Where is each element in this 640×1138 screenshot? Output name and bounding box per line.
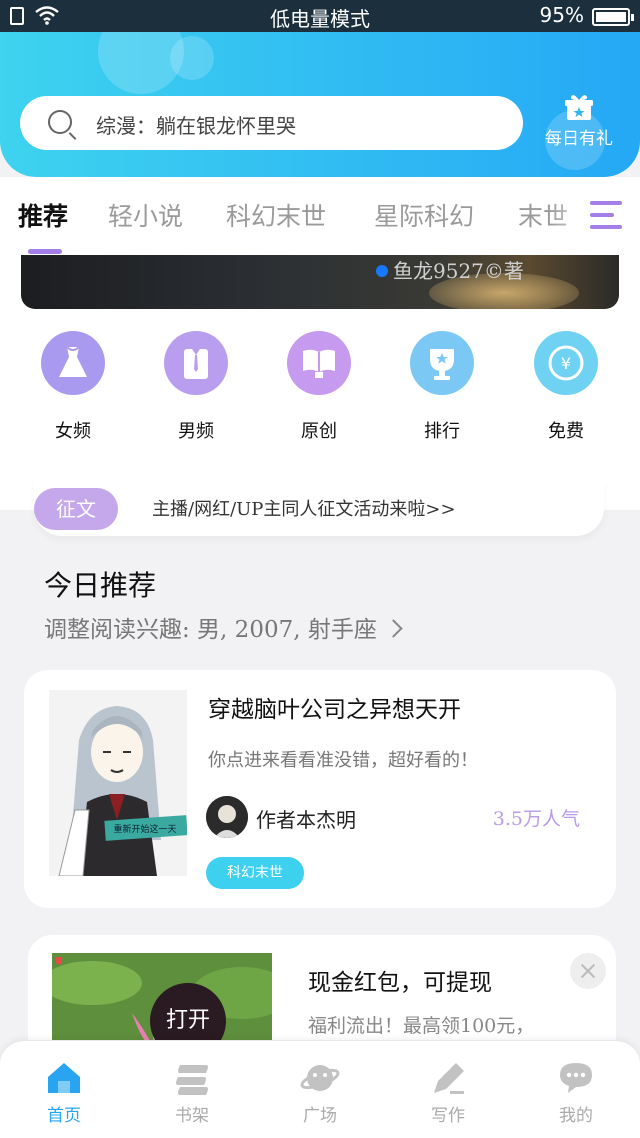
search-icon bbox=[48, 110, 72, 134]
reading-interest-text: 调整阅读兴趣: 男, 2007, 射手座 bbox=[44, 617, 377, 643]
home-panel: 鱼龙9527©著 女频 男频 原创 排行 ¥ 免费 bbox=[0, 255, 640, 510]
close-icon[interactable] bbox=[570, 953, 606, 989]
book-card[interactable]: 重新开始这一天 穿越脑叶公司之异想天开 你点进来看看准没错，超好看的！ 作者本杰… bbox=[24, 670, 616, 908]
category-label: 女频 bbox=[55, 421, 91, 442]
gift-label: 每日有礼 bbox=[545, 129, 613, 149]
nav-profile[interactable]: 我的 bbox=[526, 1059, 626, 1126]
category-ranking[interactable]: 排行 bbox=[397, 331, 487, 443]
genre-tag[interactable]: 科幻末世 bbox=[206, 857, 304, 889]
coin-icon: ¥ bbox=[534, 331, 598, 395]
chat-icon bbox=[560, 1063, 592, 1093]
header: 综漫：躺在银龙怀里哭 每日有礼 bbox=[0, 32, 640, 177]
category-grid: 女频 男频 原创 排行 ¥ 免费 bbox=[0, 331, 640, 451]
tab-scifi-apocalypse[interactable]: 科幻末世 bbox=[226, 197, 326, 233]
dress-icon bbox=[41, 331, 105, 395]
daily-gift-button[interactable]: 每日有礼 bbox=[540, 94, 618, 149]
book-title: 穿越脑叶公司之异想天开 bbox=[208, 697, 461, 723]
active-tab-indicator bbox=[28, 249, 62, 254]
nav-write[interactable]: 写作 bbox=[398, 1059, 498, 1126]
nav-label: 我的 bbox=[559, 1106, 593, 1126]
nav-label: 书架 bbox=[175, 1106, 209, 1126]
nav-home[interactable]: 首页 bbox=[14, 1059, 114, 1126]
bottom-nav: 首页 书架 广场 写作 我的 bbox=[0, 1040, 640, 1138]
banner-carousel[interactable]: 鱼龙9527©著 bbox=[21, 255, 619, 309]
category-label: 排行 bbox=[424, 421, 460, 442]
category-label: 原创 bbox=[301, 421, 337, 442]
contest-notice[interactable]: 征文 主播/网红/UP主同人征文活动来啦>> bbox=[34, 480, 604, 536]
book-cover: 重新开始这一天 bbox=[49, 690, 187, 876]
planet-icon bbox=[300, 1065, 340, 1091]
book-description: 你点进来看看准没错，超好看的！ bbox=[208, 750, 478, 771]
carousel-indicator bbox=[376, 265, 388, 277]
author-avatar bbox=[206, 796, 248, 838]
popularity-count: 3.5万人气 bbox=[492, 808, 580, 830]
ad-card[interactable]: 打开 现金红包，可提现 福利流出！最高领100元， bbox=[28, 935, 616, 1055]
chevron-right-icon bbox=[384, 619, 403, 638]
search-bar[interactable]: 综漫：躺在银龙怀里哭 bbox=[20, 96, 523, 150]
menu-icon[interactable] bbox=[590, 201, 622, 231]
category-tabs: 推荐 轻小说 科幻末世 星际科幻 末世 bbox=[0, 177, 640, 255]
nav-label: 首页 bbox=[47, 1106, 81, 1126]
ad-description: 福利流出！最高领100元， bbox=[308, 1015, 535, 1037]
ad-title: 现金红包，可提现 bbox=[308, 970, 492, 996]
nav-label: 写作 bbox=[431, 1106, 465, 1126]
gift-icon bbox=[565, 95, 593, 120]
tab-interstellar-scifi[interactable]: 星际科幻 bbox=[374, 197, 474, 233]
tab-recommend[interactable]: 推荐 bbox=[18, 197, 68, 233]
home-icon bbox=[48, 1063, 80, 1093]
contest-message: 主播/网红/UP主同人征文活动来啦>> bbox=[152, 499, 456, 520]
category-male[interactable]: 男频 bbox=[151, 331, 241, 443]
battery-percent: 95% bbox=[539, 3, 584, 27]
tab-light-novel[interactable]: 轻小说 bbox=[108, 197, 183, 233]
category-female[interactable]: 女频 bbox=[28, 331, 118, 443]
pen-icon bbox=[434, 1063, 464, 1094]
reading-interest-link[interactable]: 调整阅读兴趣: 男, 2007, 射手座 bbox=[44, 610, 403, 644]
contest-tag: 征文 bbox=[34, 488, 118, 530]
section-title: 今日推荐 bbox=[44, 569, 157, 602]
nav-bookshelf[interactable]: 书架 bbox=[142, 1059, 242, 1126]
category-free[interactable]: ¥ 免费 bbox=[521, 331, 611, 443]
category-label: 男频 bbox=[178, 421, 214, 442]
nav-plaza[interactable]: 广场 bbox=[270, 1059, 370, 1126]
bookshelf-icon bbox=[176, 1065, 208, 1095]
shirt-icon bbox=[164, 331, 228, 395]
nav-label: 广场 bbox=[303, 1106, 337, 1126]
banner-signature: 鱼龙9527©著 bbox=[393, 259, 524, 283]
category-label: 免费 bbox=[548, 421, 584, 442]
cover-caption: 重新开始这一天 bbox=[113, 823, 176, 835]
trophy-icon bbox=[410, 331, 474, 395]
battery-icon bbox=[592, 8, 634, 26]
svg-text:¥: ¥ bbox=[561, 354, 571, 373]
author-name: 作者本杰明 bbox=[256, 808, 356, 832]
book-icon bbox=[287, 331, 351, 395]
category-original[interactable]: 原创 bbox=[274, 331, 364, 443]
search-placeholder: 综漫：躺在银龙怀里哭 bbox=[96, 114, 296, 138]
status-bar: 低电量模式 95% bbox=[0, 0, 640, 32]
